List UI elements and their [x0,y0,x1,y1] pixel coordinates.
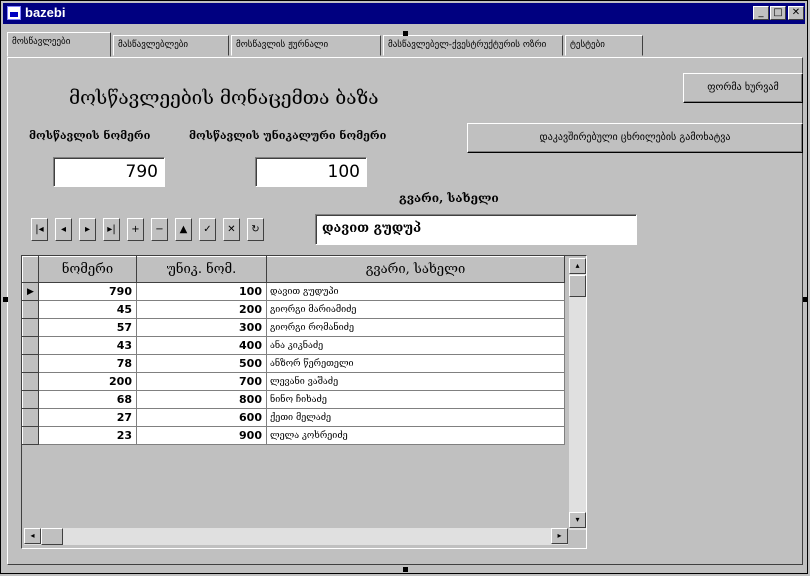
vertical-scroll-thumb[interactable] [569,275,586,297]
app-icon [7,6,21,20]
table-row[interactable]: 200 700 ლევანი ვაშაძე [22,372,565,391]
scroll-up-button[interactable]: ▴ [569,258,586,274]
edit-record-button[interactable]: ▲ [175,218,192,241]
cell-number[interactable]: 45 [38,300,137,319]
window-title: bazebi [25,5,66,20]
row-indicator[interactable] [22,390,39,409]
cell-number[interactable]: 78 [38,354,137,373]
students-table: ნომერი უნიკ. ნომ. გვარი, სახელი ▶ 790 100 დ… [22,256,565,445]
cell-unique-number[interactable]: 100 [136,282,267,301]
column-header-number[interactable]: ნომერი [38,256,137,283]
row-indicator[interactable] [22,426,39,445]
scroll-right-button[interactable]: ▸ [551,528,568,544]
cell-surname-name[interactable]: ქეთი მელაძე [266,408,565,427]
row-indicator[interactable] [22,336,39,355]
row-indicator-header [22,256,39,283]
title-bar[interactable]: bazebi _ □ ✕ [3,3,805,24]
cell-unique-number[interactable]: 400 [136,336,267,355]
scroll-down-button[interactable]: ▾ [569,512,586,528]
prior-record-button[interactable]: ◂ [55,218,72,241]
column-header-surname-name[interactable]: გვარი, სახელი [266,256,565,283]
student-number-label: მოსწავლის ნომერი [29,129,151,142]
row-indicator[interactable] [22,372,39,391]
resize-handle-left[interactable] [3,297,8,302]
cell-surname-name[interactable]: ანზორ წერეთელი [266,354,565,373]
surname-name-field[interactable]: დავით გუდუპ [315,214,637,245]
minimize-button[interactable]: _ [753,6,769,20]
tab-students[interactable]: მოსწავლეები [7,32,111,57]
table-row[interactable]: 23 900 ლელა კოხრეიძე [22,426,565,445]
resize-handle-top[interactable] [403,31,408,36]
cell-unique-number[interactable]: 900 [136,426,267,445]
table-row[interactable]: 57 300 გიორგი რომანიძე [22,318,565,337]
row-indicator[interactable] [22,354,39,373]
cell-surname-name[interactable]: ლევანი ვაშაძე [266,372,565,391]
page-title: მოსწავლეების მონაცემთა ბაზა [69,87,379,109]
tab-student-journal[interactable]: მოსწავლის ჟურნალი [231,35,381,56]
first-record-button[interactable]: |◂ [31,218,48,241]
close-form-button[interactable]: ფორმა ხურვამ [683,73,803,103]
unique-number-label: მოსწავლის უნიკალური ნომერი [189,129,387,142]
surname-name-label: გვარი, სახელი [399,191,499,205]
cell-number[interactable]: 200 [38,372,137,391]
cell-surname-name[interactable]: ლელა კოხრეიძე [266,426,565,445]
cell-unique-number[interactable]: 600 [136,408,267,427]
show-related-tables-button[interactable]: დაკავშირებული ცხრილების გამოხატვა [467,123,803,153]
table-row[interactable]: ▶ 790 100 დავით გუდუპი [22,282,565,301]
tab-teacher-structure[interactable]: მასწავლებელ-ქვესტრუქტურის ოზრი [383,35,563,56]
cell-number[interactable]: 27 [38,408,137,427]
cell-number[interactable]: 23 [38,426,137,445]
table-row[interactable]: 45 200 გიორგი მარიამიძე [22,300,565,319]
current-row-indicator-icon[interactable]: ▶ [22,282,39,301]
cell-surname-name[interactable]: ნინო ჩიხაძე [266,390,565,409]
table-row[interactable]: 27 600 ქეთი მელაძე [22,408,565,427]
table-row[interactable]: 68 800 ნინო ჩიხაძე [22,390,565,409]
students-grid: ნომერი უნიკ. ნომ. გვარი, სახელი ▶ 790 100 დ… [21,255,587,549]
post-record-button[interactable]: ✓ [199,218,216,241]
cell-surname-name[interactable]: დავით გუდუპი [266,282,565,301]
cell-number[interactable]: 57 [38,318,137,337]
insert-record-button[interactable]: + [127,218,144,241]
scroll-left-button[interactable]: ◂ [24,528,41,544]
cell-number[interactable]: 43 [38,336,137,355]
student-number-field[interactable]: 790 [53,157,165,187]
next-record-button[interactable]: ▸ [79,218,96,241]
tab-teachers[interactable]: მასწავლებლები [113,35,229,56]
table-header-row: ნომერი უნიკ. ნომ. გვარი, სახელი [22,256,565,283]
delete-record-button[interactable]: − [151,218,168,241]
cell-unique-number[interactable]: 800 [136,390,267,409]
horizontal-scroll-thumb[interactable] [41,528,63,545]
row-indicator[interactable] [22,300,39,319]
table-row[interactable]: 78 500 ანზორ წერეთელი [22,354,565,373]
cell-unique-number[interactable]: 700 [136,372,267,391]
cell-unique-number[interactable]: 300 [136,318,267,337]
last-record-button[interactable]: ▸| [103,218,120,241]
resize-handle-right[interactable] [803,297,808,302]
row-indicator[interactable] [22,318,39,337]
cell-surname-name[interactable]: გიორგი მარიამიძე [266,300,565,319]
main-window: bazebi _ □ ✕ მოსწავლეები მასწავლებლები მ… [0,0,808,574]
tab-tests[interactable]: ტესტები [565,35,643,56]
maximize-button[interactable]: □ [770,6,786,20]
table-row[interactable]: 43 400 ანა კიკნაძე [22,336,565,355]
cell-number[interactable]: 790 [38,282,137,301]
cancel-record-button[interactable]: ✕ [223,218,240,241]
vertical-scrollbar[interactable]: ▴ ▾ [568,258,586,530]
cell-number[interactable]: 68 [38,390,137,409]
cell-unique-number[interactable]: 500 [136,354,267,373]
cell-unique-number[interactable]: 200 [136,300,267,319]
horizontal-scrollbar[interactable]: ◂ ▸ [24,528,568,545]
column-header-unique-number[interactable]: უნიკ. ნომ. [136,256,267,283]
cell-surname-name[interactable]: გიორგი რომანიძე [266,318,565,337]
row-indicator[interactable] [22,408,39,427]
close-button[interactable]: ✕ [788,6,804,20]
resize-handle-bottom[interactable] [403,567,408,572]
unique-number-field[interactable]: 100 [255,157,367,187]
refresh-record-button[interactable]: ↻ [247,218,264,241]
cell-surname-name[interactable]: ანა კიკნაძე [266,336,565,355]
